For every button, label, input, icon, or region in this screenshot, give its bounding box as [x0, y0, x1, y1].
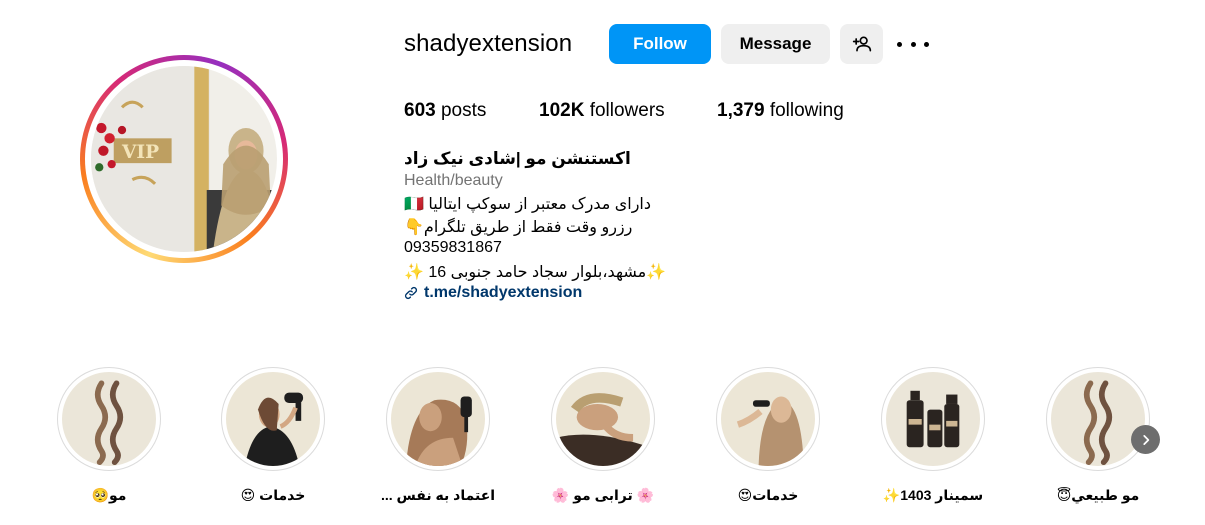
wavy-hair-icon	[1051, 372, 1145, 466]
posts-count: 603 posts	[404, 100, 486, 122]
profile-avatar-ring[interactable]: VIP	[80, 55, 288, 263]
highlight-label: خدمات😍	[737, 487, 799, 503]
highlight-label: خدمات 😍	[240, 487, 306, 503]
story-highlight[interactable]: خدمات 😍	[221, 367, 325, 503]
dot	[910, 41, 916, 47]
brushing-hair-illustration-icon	[391, 372, 485, 466]
add-user-icon	[852, 36, 871, 52]
highlights-next-button[interactable]	[1131, 425, 1160, 454]
story-highlight[interactable]: مو🥺	[57, 367, 161, 503]
chevron-right-icon	[1142, 434, 1149, 445]
avatar: VIP	[91, 66, 277, 252]
following-label: following	[769, 100, 844, 121]
dot	[924, 41, 929, 47]
highlight-cover	[1046, 367, 1150, 471]
highlight-cover	[881, 367, 985, 471]
bio-line: دارای مدرک معتبر از سوکپ ایتالیا 🇮🇹	[404, 196, 651, 213]
posts-number: 603	[404, 100, 436, 121]
highlight-label: 🌸 ترابی مو 🌸	[551, 487, 655, 503]
highlight-label: اعتماد به نفس ...	[380, 487, 496, 503]
link-icon	[404, 286, 418, 300]
highlight-cover	[221, 367, 325, 471]
more-options-icon[interactable]	[897, 33, 929, 55]
highlight-cover	[57, 367, 161, 471]
bio-full-name: اکستنشن مو |شادی نیک زاد	[404, 149, 631, 168]
posts-label: posts	[440, 100, 487, 121]
bio-address: ✨مشهد،بلوار سجاد حامد جنوبی 16 ✨	[404, 264, 667, 281]
highlight-label: مو🥺	[91, 487, 127, 503]
message-button[interactable]: Message	[721, 24, 830, 64]
bio-link-text: t.me/shadyextension	[424, 284, 583, 301]
bio-phone: 09359831867	[404, 239, 502, 256]
story-highlight[interactable]: اعتماد به نفس ...	[381, 367, 495, 503]
hair-dryer-illustration-icon	[226, 372, 320, 466]
bio-line: رزرو وقت فقط از طریق تلگرام👇	[404, 219, 633, 236]
styling-hair-illustration-icon	[721, 372, 815, 466]
story-highlight[interactable]: سمینار 1403✨	[881, 367, 985, 503]
suggest-accounts-button[interactable]	[840, 24, 883, 64]
followers-number: 102K	[539, 100, 585, 121]
hair-products-icon	[886, 372, 980, 466]
following-number: 1,379	[717, 100, 765, 121]
highlight-cover	[386, 367, 490, 471]
story-highlight[interactable]: مو طبيعي😇	[1046, 367, 1150, 503]
bio-external-link[interactable]: t.me/shadyextension	[404, 284, 582, 302]
highlight-label: سمینار 1403✨	[882, 487, 984, 503]
dot	[897, 41, 902, 47]
svg-text:VIP: VIP	[121, 142, 159, 163]
follow-button[interactable]: Follow	[609, 24, 711, 64]
highlight-cover	[716, 367, 820, 471]
followers-label: followers	[589, 100, 665, 121]
following-link[interactable]: 1,379 following	[717, 100, 844, 122]
hair-wash-illustration-icon	[556, 372, 650, 466]
highlight-label: مو طبيعي😇	[1056, 487, 1140, 503]
followers-link[interactable]: 102K followers	[539, 100, 665, 122]
highlight-cover	[551, 367, 655, 471]
wavy-hair-icon	[62, 372, 156, 466]
story-highlight[interactable]: خدمات😍	[716, 367, 820, 503]
story-highlight[interactable]: 🌸 ترابی مو 🌸	[551, 367, 655, 503]
bio-category: Health/beauty	[404, 172, 503, 189]
avatar-border: VIP	[85, 60, 283, 258]
profile-username: shadyextension	[404, 30, 573, 57]
